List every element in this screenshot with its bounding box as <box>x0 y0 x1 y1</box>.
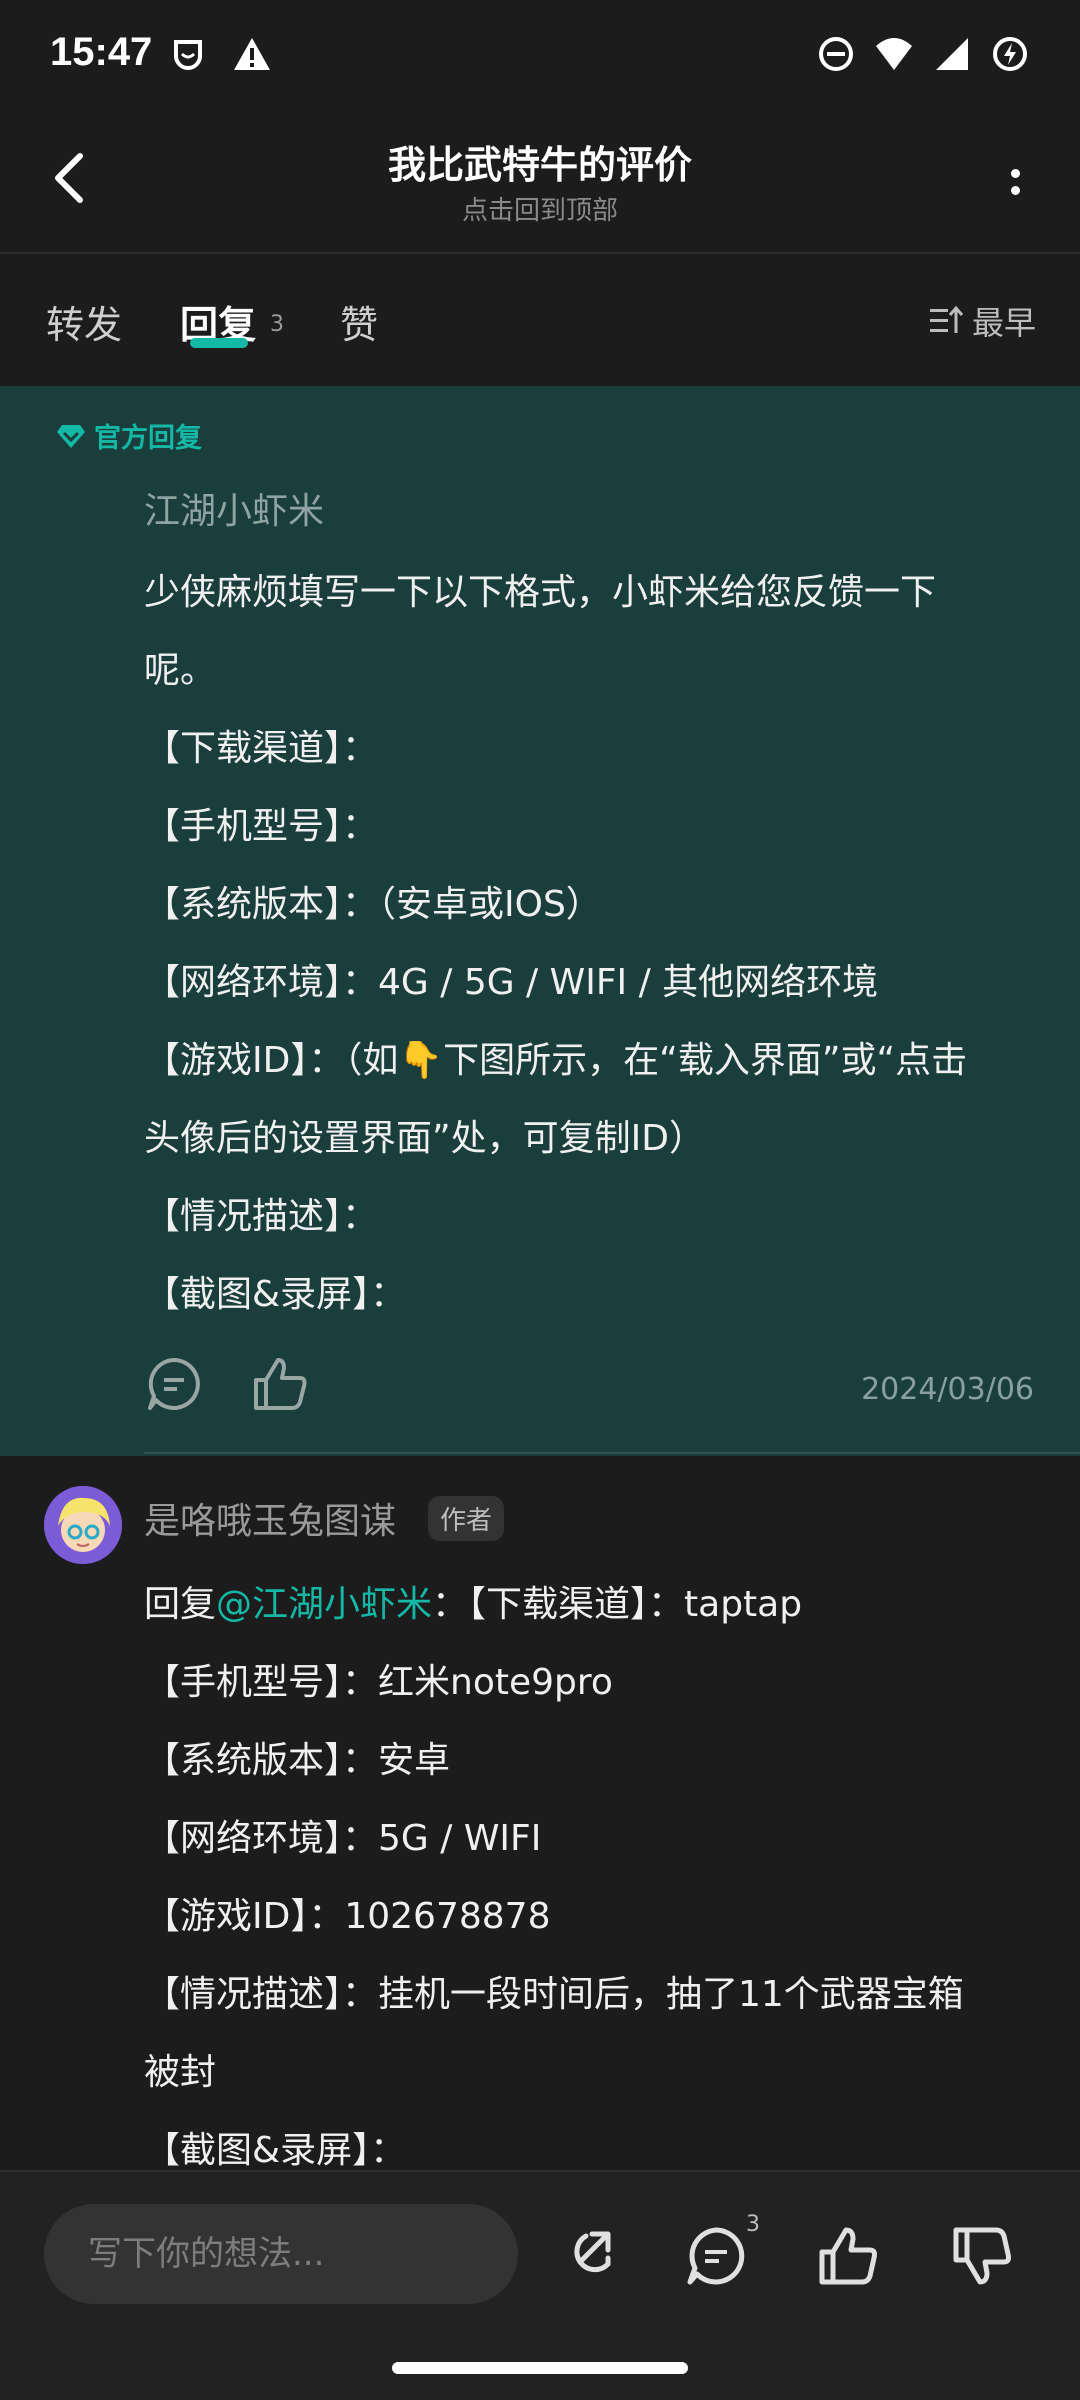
tab-bar: 转发 回复 3 赞 最早 <box>0 256 1080 386</box>
reply-date: 2024/03/06 <box>861 1372 1034 1407</box>
more-dot-icon <box>1010 169 1020 178</box>
diamond-icon <box>57 424 85 448</box>
warning-icon <box>234 38 270 70</box>
avatar-image-icon <box>44 1486 122 1564</box>
sort-label: 最早 <box>971 304 1036 342</box>
thumbs-up-icon[interactable] <box>816 2224 880 2288</box>
divider <box>144 1452 1080 1454</box>
comment-input[interactable]: 写下你的想法... <box>44 2204 518 2304</box>
avatar[interactable] <box>44 1486 122 1564</box>
scroll-to-top-hint[interactable]: 点击回到顶部 <box>0 190 1080 227</box>
screen: 15:47 我比武特牛的评价 点击回到顶部 转发 回复 3 赞 最早 官方回复 … <box>0 0 1080 2400</box>
official-reply-badge: 官方回复 <box>56 416 202 455</box>
app-notification-icon <box>174 40 202 70</box>
content-line: 【手机型号】：红米note9pro <box>144 1662 613 1703</box>
content-line: 头像后的设置界面”处，可复制ID） <box>144 1118 705 1159</box>
wifi-icon <box>876 38 912 70</box>
thumbs-up-icon[interactable] <box>250 1354 310 1414</box>
content-line: 【情况描述】： <box>144 1196 379 1237</box>
official-badge-label: 官方回复 <box>94 423 202 454</box>
header: 我比武特牛的评价 点击回到顶部 <box>0 110 1080 254</box>
active-tab-indicator <box>190 338 248 348</box>
official-reply-author[interactable]: 江湖小虾米 <box>144 482 324 534</box>
comment-icon[interactable] <box>684 2224 748 2288</box>
comment-count: 3 <box>746 2212 760 2237</box>
reply-count-badge: 3 <box>270 312 284 337</box>
signal-icon <box>936 38 968 70</box>
reply-prefix: 回复 <box>144 1584 217 1625</box>
do-not-disturb-icon <box>819 37 853 71</box>
content-line: 【系统版本】：安卓 <box>144 1740 451 1781</box>
content-line: 【下载渠道】： <box>144 728 379 769</box>
battery-saver-icon <box>993 37 1027 71</box>
official-reply-content: 少侠麻烦填写一下以下格式，小虾米给您反馈一下 呢。 【下载渠道】： 【手机型号】… <box>144 554 967 1334</box>
page-title[interactable]: 我比武特牛的评价 <box>0 134 1080 189</box>
content-line: 【游戏ID】：（如👇下图所示，在“载入界面”或“点击 <box>144 1040 968 1081</box>
card-actions <box>144 1354 310 1414</box>
thumbs-down-icon[interactable] <box>950 2224 1014 2288</box>
content-line: 【手机型号】： <box>144 806 379 847</box>
content-line: 【网络环境】：5G / WIFI <box>144 1818 542 1859</box>
content-line: 【情况描述】：挂机一段时间后，抽了11个武器宝箱 <box>144 1974 964 2015</box>
author-reply-content: 回复@江湖小虾米：【下载渠道】：taptap 【手机型号】：红米note9pro… <box>144 1566 964 2190</box>
more-dot-icon <box>1010 186 1020 195</box>
more-options-button[interactable] <box>990 152 1040 212</box>
sort-icon <box>929 305 964 333</box>
content-line: 【截图&录屏】： <box>144 1274 407 1315</box>
reply-author-name[interactable]: 是咯哦玉兔图谋 <box>144 1492 396 1544</box>
tab-forward[interactable]: 转发 <box>46 294 122 349</box>
author-tag: 作者 <box>428 1496 505 1541</box>
author-reply: 是咯哦玉兔图谋 作者 回复@江湖小虾米：【下载渠道】：taptap 【手机型号】… <box>0 1456 1080 2171</box>
tab-like[interactable]: 赞 <box>340 294 378 349</box>
home-indicator[interactable] <box>392 2362 688 2374</box>
content-line: 【网络环境】：4G / 5G / WIFI / 其他网络环境 <box>144 962 879 1003</box>
mention-link[interactable]: @江湖小虾米 <box>216 1584 432 1625</box>
content-line: 【系统版本】：（安卓或IOS） <box>144 884 602 925</box>
content-line: 少侠麻烦填写一下以下格式，小虾米给您反馈一下 <box>144 572 937 613</box>
status-time: 15:47 <box>50 30 153 74</box>
sort-button[interactable]: 最早 <box>928 298 1036 344</box>
status-bar: 15:47 <box>0 0 1080 110</box>
content-line: 【游戏ID】：102678878 <box>144 1896 551 1937</box>
status-right-icons <box>816 34 1030 74</box>
official-reply-card: 官方回复 江湖小虾米 少侠麻烦填写一下以下格式，小虾米给您反馈一下 呢。 【下载… <box>0 386 1080 1456</box>
status-left-icons <box>168 34 272 74</box>
share-icon[interactable] <box>554 2224 618 2288</box>
content-line: 被封 <box>144 2052 217 2093</box>
comment-icon[interactable] <box>144 1354 204 1414</box>
content-line: 呢。 <box>144 650 217 691</box>
content-line: 回复@江湖小虾米：【下载渠道】：taptap <box>144 1566 964 1644</box>
reply-first-line: ：【下载渠道】：taptap <box>432 1584 803 1625</box>
